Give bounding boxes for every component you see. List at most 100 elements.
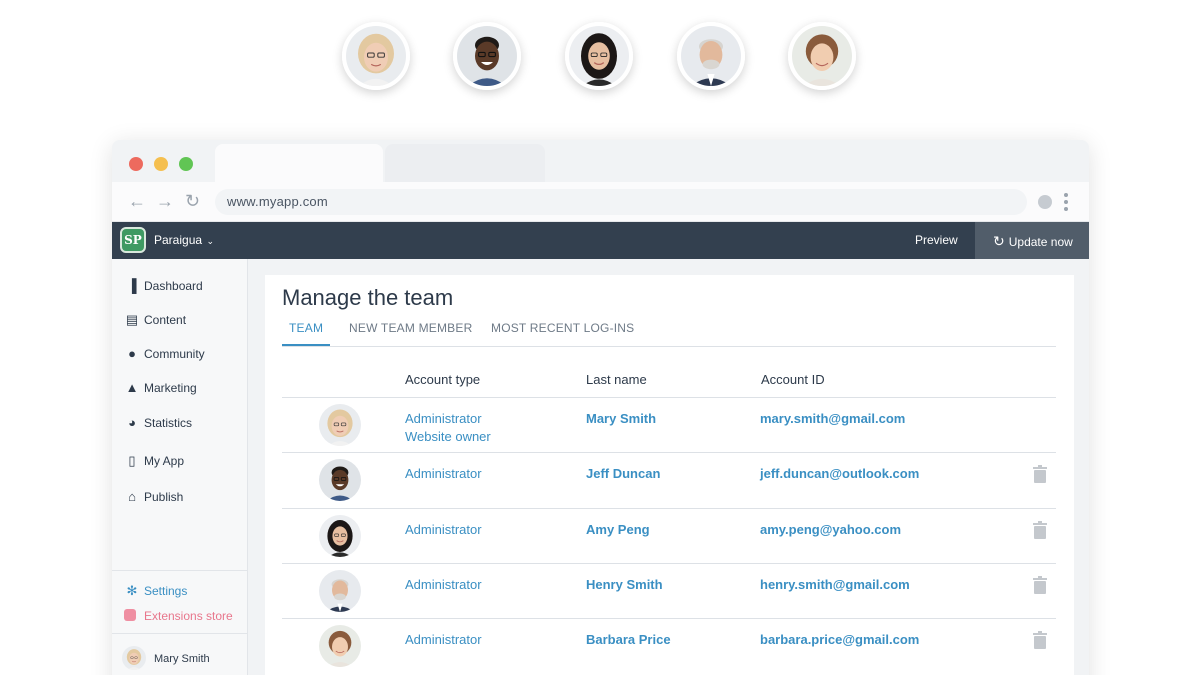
- main-content: Manage the team TEAM NEW TEAM MEMBER MOS…: [265, 275, 1074, 675]
- tab-bar: TEAM NEW TEAM MEMBER MOST RECENT LOG-INS: [282, 321, 1056, 347]
- sidebar-item-label: My App: [144, 454, 185, 468]
- sidebar-item-label: Settings: [144, 584, 188, 598]
- browser-tab-active[interactable]: [215, 144, 383, 182]
- browser-tab[interactable]: [385, 144, 545, 182]
- bar-chart-icon: ▐: [127, 278, 137, 293]
- team-avatar-henry: [677, 22, 745, 90]
- last-name[interactable]: Jeff Duncan: [586, 465, 660, 483]
- page-title: Manage the team: [282, 285, 454, 310]
- browser-titlebar: [112, 140, 1089, 182]
- sidebar-divider: [112, 633, 247, 634]
- column-header-last-name: Last name: [586, 372, 647, 387]
- account-id[interactable]: mary.smith@gmail.com: [760, 410, 905, 428]
- last-name[interactable]: Amy Peng: [586, 521, 650, 539]
- window-maximize-button[interactable]: [179, 157, 193, 171]
- app-logo: SP: [120, 227, 146, 253]
- window-minimize-button[interactable]: [154, 157, 168, 171]
- account-type[interactable]: Administrator: [405, 521, 482, 539]
- team-avatars-strip: [342, 22, 856, 94]
- trash-icon[interactable]: [1033, 465, 1047, 483]
- app-header: SP Paraigua ⌄ Preview ↻ Update now: [112, 222, 1089, 259]
- sidebar-divider: [112, 570, 247, 571]
- team-avatar-jeff: [453, 22, 521, 90]
- sidebar-item-extensions-store[interactable]: Extensions store: [124, 609, 233, 623]
- avatar: [319, 570, 361, 612]
- account-type[interactable]: Administrator Website owner: [405, 410, 491, 446]
- gear-icon: ✻: [126, 583, 138, 598]
- sidebar-item-label: Community: [144, 347, 205, 361]
- window-close-button[interactable]: [129, 157, 143, 171]
- sidebar-item-label: Dashboard: [144, 279, 203, 293]
- avatar: [319, 404, 361, 446]
- site-name: Paraigua: [154, 233, 203, 247]
- extension-icon[interactable]: [1038, 195, 1052, 209]
- account-id[interactable]: henry.smith@gmail.com: [760, 576, 910, 594]
- sidebar-item-label: Marketing: [144, 381, 197, 395]
- person-icon: ●: [128, 346, 136, 361]
- sidebar: ▐ Dashboard ▤ Content ● Community ▲ Marketin…: [112, 259, 248, 675]
- last-name[interactable]: Barbara Price: [586, 631, 671, 649]
- preview-button[interactable]: Preview: [915, 233, 958, 247]
- current-user-name[interactable]: Mary Smith: [154, 653, 210, 665]
- last-name[interactable]: Henry Smith: [586, 576, 663, 594]
- sidebar-item-dashboard[interactable]: ▐ Dashboard: [124, 278, 203, 293]
- reload-icon[interactable]: ↻: [185, 191, 200, 211]
- sidebar-item-settings[interactable]: ✻ Settings: [124, 583, 188, 599]
- chevron-down-icon: ⌄: [204, 236, 215, 246]
- sidebar-item-my-app[interactable]: ▯ My App: [124, 453, 184, 469]
- browser-menu-icon[interactable]: [1064, 193, 1068, 211]
- update-now-label: Update now: [1008, 235, 1073, 249]
- account-type[interactable]: Administrator: [405, 576, 482, 594]
- phone-icon: ▯: [128, 453, 136, 468]
- account-id[interactable]: barbara.price@gmail.com: [760, 631, 919, 649]
- sidebar-item-community[interactable]: ● Community: [124, 346, 205, 361]
- sidebar-item-label: Publish: [144, 490, 184, 504]
- trash-icon[interactable]: [1033, 521, 1047, 539]
- avatar: [319, 625, 361, 667]
- pie-chart-icon: ◕: [128, 415, 136, 430]
- back-arrow-icon[interactable]: ←: [128, 191, 146, 211]
- tab-new-team-member[interactable]: NEW TEAM MEMBER: [349, 321, 472, 335]
- refresh-icon: ↻: [993, 233, 1005, 249]
- sidebar-item-publish[interactable]: ⌂ Publish: [124, 489, 183, 504]
- avatar: [319, 515, 361, 557]
- avatar: [319, 459, 361, 501]
- site-switcher[interactable]: Paraigua ⌄: [154, 233, 214, 247]
- sidebar-item-marketing[interactable]: ▲ Marketing: [124, 380, 197, 395]
- last-name[interactable]: Mary Smith: [586, 410, 656, 428]
- tab-most-recent-log-ins[interactable]: MOST RECENT LOG-INS: [491, 321, 634, 335]
- sidebar-item-label: Extensions store: [144, 609, 233, 623]
- avatar[interactable]: [122, 646, 146, 670]
- browser-window: ← → ↻ www.myapp.com SP Paraigua ⌄ Previe…: [112, 140, 1089, 675]
- sidebar-item-label: Content: [144, 313, 187, 327]
- team-avatar-amy: [565, 22, 633, 90]
- account-type[interactable]: Administrator: [405, 465, 482, 483]
- url-field[interactable]: www.myapp.com: [215, 189, 1027, 215]
- trash-icon[interactable]: [1033, 576, 1047, 594]
- sidebar-item-content[interactable]: ▤ Content: [124, 312, 186, 328]
- column-header-account-id: Account ID: [761, 372, 825, 387]
- column-header-account-type: Account type: [405, 372, 481, 387]
- store-icon: ⌂: [128, 489, 136, 504]
- team-avatar-mary: [342, 22, 410, 90]
- table-row[interactable]: Administrator Website owner Mary Smith ma…: [282, 397, 1056, 453]
- trash-icon[interactable]: [1033, 631, 1047, 649]
- table-row[interactable]: Administrator Amy Peng amy.peng@yahoo.co…: [282, 508, 1056, 564]
- sidebar-item-label: Statistics: [144, 416, 193, 430]
- team-avatar-barbara: [788, 22, 856, 90]
- sidebar-item-statistics[interactable]: ◕ Statistics: [124, 415, 192, 430]
- active-tab-indicator: [282, 344, 330, 346]
- forward-arrow-icon[interactable]: →: [156, 191, 174, 211]
- account-id[interactable]: jeff.duncan@outlook.com: [760, 465, 919, 483]
- bell-icon: ▲: [125, 380, 139, 395]
- table-row[interactable]: Administrator Barbara Price barbara.pric…: [282, 618, 1056, 674]
- extensions-icon: [124, 609, 136, 621]
- document-icon: ▤: [125, 312, 139, 327]
- account-id[interactable]: amy.peng@yahoo.com: [760, 521, 901, 539]
- account-type[interactable]: Administrator: [405, 631, 482, 649]
- address-bar-row: ← → ↻ www.myapp.com: [112, 182, 1089, 222]
- table-row[interactable]: Administrator Jeff Duncan jeff.duncan@ou…: [282, 452, 1056, 508]
- update-now-button[interactable]: ↻ Update now: [975, 222, 1089, 259]
- table-row[interactable]: Administrator Henry Smith henry.smith@gm…: [282, 563, 1056, 619]
- tab-team[interactable]: TEAM: [289, 321, 323, 335]
